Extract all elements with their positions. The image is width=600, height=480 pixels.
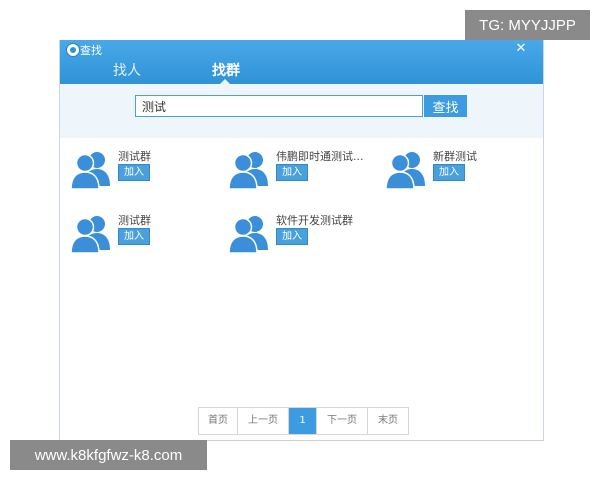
join-button[interactable]: 加入 xyxy=(276,164,308,181)
prev-page-button[interactable]: 上一页 xyxy=(238,408,289,434)
group-result: 测试群 加入 xyxy=(70,148,220,198)
tab-find-people[interactable]: 找人 xyxy=(113,60,141,80)
group-name[interactable]: 测试群 xyxy=(118,148,151,164)
join-button[interactable]: 加入 xyxy=(118,164,150,181)
group-name[interactable]: 测试群 xyxy=(118,212,151,228)
group-result: 伟鹏即时通测试... 加入 xyxy=(228,148,378,198)
group-avatar-icon[interactable] xyxy=(385,150,427,190)
last-page-button[interactable]: 末页 xyxy=(368,408,408,434)
titlebar: 查找 ✕ 找人 找群 xyxy=(60,40,543,84)
group-name[interactable]: 新群测试 xyxy=(433,148,477,164)
close-button[interactable]: ✕ xyxy=(513,42,529,56)
tab-find-group[interactable]: 找群 xyxy=(212,60,240,80)
group-result: 测试群 加入 xyxy=(70,212,220,262)
window-title: 查找 xyxy=(80,44,102,57)
watermark-bottom: www.k8kfgfwz-k8.com xyxy=(10,440,207,470)
join-button[interactable]: 加入 xyxy=(433,164,465,181)
next-page-button[interactable]: 下一页 xyxy=(317,408,368,434)
group-result: 软件开发测试群 加入 xyxy=(228,212,378,262)
pagination: 首页 上一页 1 下一页 末页 xyxy=(198,407,409,435)
first-page-button[interactable]: 首页 xyxy=(199,408,238,434)
group-avatar-icon[interactable] xyxy=(228,214,270,254)
group-name[interactable]: 伟鹏即时通测试... xyxy=(276,148,364,164)
join-button[interactable]: 加入 xyxy=(276,228,308,245)
search-button[interactable]: 查找 xyxy=(424,95,467,117)
app-logo-icon xyxy=(66,43,80,57)
search-bar: 测试 查找 xyxy=(60,84,543,138)
group-name[interactable]: 软件开发测试群 xyxy=(276,212,353,228)
find-window: 查找 ✕ 找人 找群 测试 查找 测试群 加入 伟鹏即时通测试... 加入 新群… xyxy=(59,40,544,441)
search-input[interactable]: 测试 xyxy=(135,95,423,117)
group-avatar-icon[interactable] xyxy=(70,150,112,190)
group-avatar-icon[interactable] xyxy=(228,150,270,190)
watermark-top: TG: MYYJJPP xyxy=(465,10,590,40)
group-avatar-icon[interactable] xyxy=(70,214,112,254)
page-number-current[interactable]: 1 xyxy=(289,408,317,434)
group-result: 新群测试 加入 xyxy=(385,148,535,198)
join-button[interactable]: 加入 xyxy=(118,228,150,245)
